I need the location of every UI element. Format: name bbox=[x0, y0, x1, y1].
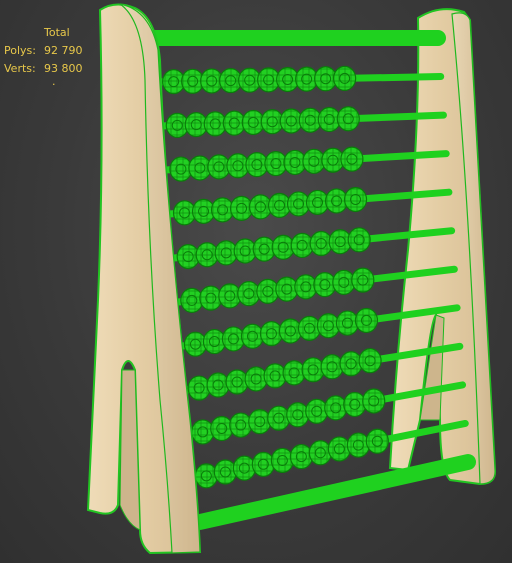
bead bbox=[327, 436, 351, 462]
bead bbox=[343, 186, 368, 213]
bead bbox=[340, 146, 364, 172]
bead bbox=[365, 428, 389, 454]
bead bbox=[244, 366, 268, 392]
bead bbox=[305, 398, 329, 424]
polys-label: Polys: bbox=[4, 44, 36, 57]
viewport-statistics: Total Polys: 92 790 Verts: 93 800 . bbox=[4, 24, 83, 88]
bead bbox=[354, 307, 379, 334]
bead bbox=[248, 409, 272, 435]
3d-viewport[interactable]: Total Polys: 92 790 Verts: 93 800 . bbox=[0, 0, 512, 563]
bead bbox=[343, 391, 367, 418]
bead bbox=[358, 348, 382, 374]
bead bbox=[232, 455, 256, 481]
bead bbox=[187, 375, 211, 401]
bead bbox=[191, 419, 215, 445]
bead bbox=[301, 357, 325, 383]
bead bbox=[347, 227, 371, 253]
bead bbox=[210, 415, 234, 442]
bead bbox=[213, 459, 237, 485]
bead bbox=[263, 363, 287, 389]
bead bbox=[282, 360, 306, 386]
bead bbox=[320, 354, 344, 380]
bead bbox=[333, 65, 357, 91]
bead bbox=[229, 412, 253, 438]
stats-marker: . bbox=[52, 75, 56, 88]
bead bbox=[336, 106, 360, 132]
bead bbox=[351, 267, 375, 293]
stats-header: Total bbox=[44, 26, 70, 39]
bead bbox=[289, 444, 313, 470]
bead bbox=[194, 463, 218, 489]
bead bbox=[346, 432, 370, 458]
bead bbox=[308, 440, 332, 466]
bead bbox=[324, 395, 348, 421]
bead bbox=[251, 451, 275, 477]
verts-label: Verts: bbox=[4, 62, 36, 75]
bead bbox=[339, 351, 363, 377]
verts-value: 93 800 bbox=[44, 62, 83, 75]
bead bbox=[206, 372, 230, 398]
bead bbox=[267, 405, 291, 431]
bead bbox=[362, 388, 386, 414]
bead bbox=[270, 447, 294, 474]
bead bbox=[225, 369, 249, 395]
bead bbox=[286, 402, 310, 428]
polys-value: 92 790 bbox=[44, 44, 83, 57]
